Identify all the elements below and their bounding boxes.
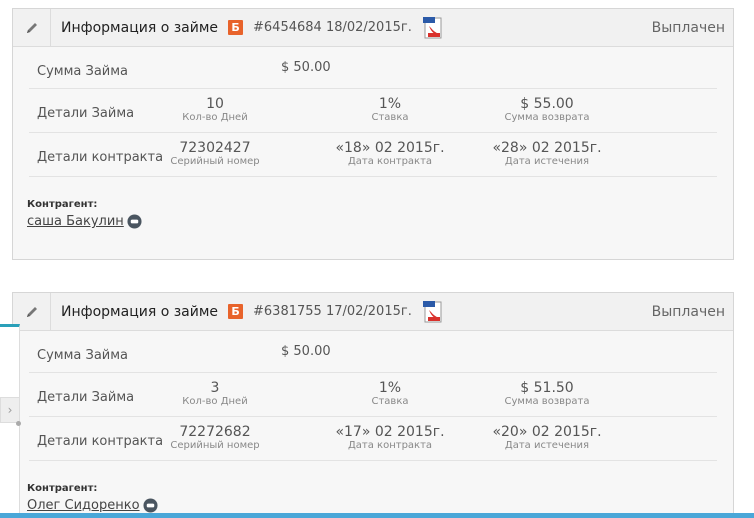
panel-resize-handle[interactable] bbox=[16, 421, 21, 426]
loan-card: Информация о займе Б #6454684 18/02/2015… bbox=[12, 8, 734, 260]
expiry-cell: «20» 02 2015г. Дата истечения bbox=[482, 424, 612, 452]
contract-date-caption: Дата контракта bbox=[347, 156, 433, 167]
loan-amount-row: Сумма Займа $ 50.00 bbox=[29, 331, 717, 373]
amount-label: Сумма Займа bbox=[37, 348, 129, 363]
contract-details-row: Детали контракта 72272682 Серийный номер… bbox=[29, 417, 717, 461]
pdf-file-icon[interactable] bbox=[422, 16, 444, 40]
serial-caption: Серийный номер bbox=[170, 156, 260, 167]
chevron-right-icon: › bbox=[7, 403, 13, 417]
details-label: Детали Займа bbox=[37, 390, 135, 405]
loan-reference: #6454684 18/02/2015г. bbox=[253, 20, 412, 35]
loan-amount: $ 50.00 bbox=[281, 60, 331, 75]
contract-date-cell: «17» 02 2015г. Дата контракта bbox=[325, 424, 455, 452]
expiry-value: «28» 02 2015г. bbox=[492, 140, 602, 156]
repay-caption: Сумма возврата bbox=[504, 112, 590, 123]
days-cell: 3 Кол-во Дней bbox=[150, 380, 280, 408]
repay-value: $ 55.00 bbox=[520, 96, 574, 112]
page: Информация о займе Б #6454684 18/02/2015… bbox=[0, 0, 754, 518]
rate-caption: Ставка bbox=[371, 396, 409, 407]
rate-value: 1% bbox=[378, 380, 402, 396]
contract-date-value: «17» 02 2015г. bbox=[335, 424, 445, 440]
expiry-caption: Дата истечения bbox=[504, 156, 590, 167]
counterparty-block: Контрагент: саша Бакулин bbox=[27, 199, 142, 229]
counterparty-label: Контрагент: bbox=[27, 199, 98, 210]
days-cell: 10 Кол-во Дней bbox=[150, 96, 280, 124]
repay-cell: $ 51.50 Сумма возврата bbox=[482, 380, 612, 408]
days-value: 3 bbox=[210, 380, 220, 396]
expiry-caption: Дата истечения bbox=[504, 440, 590, 451]
counterparty-row: Олег Сидоренко bbox=[27, 498, 158, 513]
loan-details-row: Детали Займа 10 Кол-во Дней 1% Ставка $ … bbox=[29, 89, 717, 133]
loan-status: Выплачен bbox=[651, 20, 725, 36]
repay-value: $ 51.50 bbox=[520, 380, 574, 396]
contract-date-cell: «18» 02 2015г. Дата контракта bbox=[325, 140, 455, 168]
serial-caption: Серийный номер bbox=[170, 440, 260, 451]
loan-card-body: Сумма Займа $ 50.00 Детали Займа 10 Кол-… bbox=[13, 47, 733, 177]
serial-cell: 72302427 Серийный номер bbox=[150, 140, 280, 168]
chat-bubble-icon[interactable] bbox=[143, 498, 158, 513]
rate-value: 1% bbox=[378, 96, 402, 112]
edit-button[interactable] bbox=[13, 8, 51, 47]
chat-bubble-icon[interactable] bbox=[127, 214, 142, 229]
rate-cell: 1% Ставка bbox=[325, 96, 455, 124]
loan-details-row: Детали Займа 3 Кол-во Дней 1% Ставка $ 5… bbox=[29, 373, 717, 417]
rate-cell: 1% Ставка bbox=[325, 380, 455, 408]
loan-card-title: Информация о займе bbox=[61, 303, 219, 320]
amount-label: Сумма Займа bbox=[37, 64, 129, 79]
repay-cell: $ 55.00 Сумма возврата bbox=[482, 96, 612, 124]
days-caption: Кол-во Дней bbox=[182, 396, 248, 407]
loan-reference: #6381755 17/02/2015г. bbox=[253, 304, 412, 319]
details-label: Детали Займа bbox=[37, 106, 135, 121]
counterparty-label: Контрагент: bbox=[27, 483, 98, 494]
loan-amount-row: Сумма Займа $ 50.00 bbox=[29, 47, 717, 89]
pdf-file-icon[interactable] bbox=[422, 300, 444, 324]
loan-card: Информация о займе Б #6381755 17/02/2015… bbox=[12, 292, 734, 518]
loan-card-header: Информация о займе Б #6381755 17/02/2015… bbox=[13, 292, 733, 331]
serial-value: 72272682 bbox=[179, 424, 251, 440]
loan-amount: $ 50.00 bbox=[281, 344, 331, 359]
days-caption: Кол-во Дней bbox=[182, 112, 248, 123]
contract-date-value: «18» 02 2015г. bbox=[335, 140, 445, 156]
contract-label: Детали контракта bbox=[37, 434, 164, 449]
rate-caption: Ставка bbox=[371, 112, 409, 123]
loan-type-badge: Б bbox=[228, 20, 244, 35]
bottom-bar bbox=[0, 513, 754, 518]
pencil-icon bbox=[26, 306, 37, 317]
serial-value: 72302427 bbox=[179, 140, 251, 156]
serial-cell: 72272682 Серийный номер bbox=[150, 424, 280, 452]
loan-type-badge: Б bbox=[228, 304, 244, 319]
counterparty-link[interactable]: Олег Сидоренко bbox=[27, 498, 140, 513]
loan-status: Выплачен bbox=[651, 304, 725, 320]
expiry-cell: «28» 02 2015г. Дата истечения bbox=[482, 140, 612, 168]
loan-card-body: Сумма Займа $ 50.00 Детали Займа 3 Кол-в… bbox=[13, 331, 733, 461]
side-panel-toggle[interactable]: › bbox=[0, 397, 20, 423]
expiry-value: «20» 02 2015г. bbox=[492, 424, 602, 440]
repay-caption: Сумма возврата bbox=[504, 396, 590, 407]
counterparty-link[interactable]: саша Бакулин bbox=[27, 214, 124, 229]
contract-details-row: Детали контракта 72302427 Серийный номер… bbox=[29, 133, 717, 177]
loan-card-title: Информация о займе bbox=[61, 19, 219, 36]
loan-card-header: Информация о займе Б #6454684 18/02/2015… bbox=[13, 8, 733, 47]
days-value: 10 bbox=[206, 96, 224, 112]
contract-label: Детали контракта bbox=[37, 150, 164, 165]
contract-date-caption: Дата контракта bbox=[347, 440, 433, 451]
pencil-icon bbox=[26, 22, 37, 33]
counterparty-block: Контрагент: Олег Сидоренко bbox=[27, 483, 158, 513]
counterparty-row: саша Бакулин bbox=[27, 214, 142, 229]
